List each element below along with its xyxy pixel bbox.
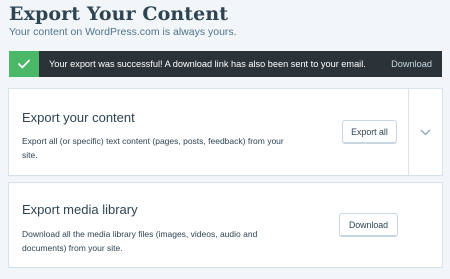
- export-content-main: Export your content Export all (or speci…: [9, 89, 408, 175]
- export-media-description: Download all the media library files (im…: [22, 229, 258, 253]
- notice-message: Your export was successful! A download l…: [49, 59, 366, 69]
- page-subtitle: Your content on WordPress.com is always …: [9, 26, 237, 38]
- expand-options-toggle[interactable]: [408, 89, 442, 175]
- export-content-card: Export your content Export all (or speci…: [9, 89, 442, 175]
- notice-download-link[interactable]: Download: [391, 59, 442, 69]
- export-page: Export Your Content Your content on Word…: [0, 0, 450, 279]
- checkmark-icon: [18, 59, 30, 69]
- success-notice: Your export was successful! A download l…: [9, 51, 442, 77]
- page-title: Export Your Content: [9, 3, 229, 25]
- notice-status-icon-area: [9, 51, 39, 77]
- export-all-button[interactable]: Export all: [342, 120, 397, 144]
- media-download-button[interactable]: Download: [339, 213, 398, 237]
- export-content-heading: Export your content: [22, 110, 135, 125]
- export-media-heading: Export media library: [22, 202, 138, 217]
- chevron-down-icon: [420, 129, 431, 135]
- export-content-description: Export all (or specific) text content (p…: [22, 136, 284, 160]
- export-media-card: Export media library Download all the me…: [9, 183, 442, 267]
